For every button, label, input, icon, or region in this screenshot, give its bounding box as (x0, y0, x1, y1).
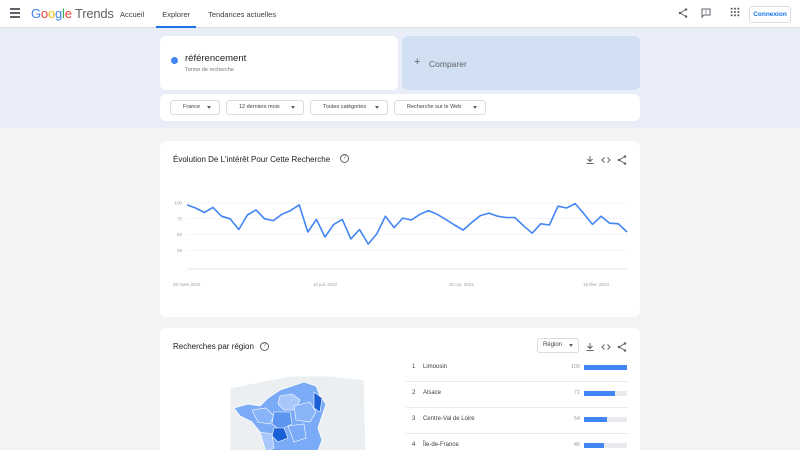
y-tick-label: 100 (174, 201, 182, 206)
nav-tendances-actuelles[interactable]: Tendances actuelles (202, 0, 282, 28)
share-icon[interactable] (616, 340, 628, 352)
region-bar-track (584, 443, 627, 448)
nav-accueil[interactable]: Accueil (114, 0, 150, 28)
y-tick-label: 75 (177, 216, 183, 221)
main-nav: Accueil Explorer Tendances actuelles (114, 0, 288, 28)
region-map[interactable] (230, 376, 366, 450)
search-term-type: Terme de recherche (185, 67, 234, 73)
compare-label: Comparer (429, 59, 467, 69)
x-tick-label: 19 févr. 2023 (583, 282, 610, 287)
region-row[interactable]: 3 Centre-Val de Loire 54 (406, 408, 628, 434)
region-card: Recherches par région ? Région 1 Limousi… (160, 328, 640, 450)
x-tick-label: 10 juil. 2022 (313, 282, 338, 287)
x-tick-label: 20 mars 2022 (173, 282, 201, 287)
region-title: Recherches par région (173, 342, 254, 351)
filter-search-type[interactable]: Recherche sur le Web (394, 100, 486, 115)
chevron-down-icon (473, 106, 477, 109)
region-name: Île-de-France (423, 442, 459, 448)
y-tick-label: 50 (177, 232, 183, 237)
filter-location[interactable]: France (170, 100, 220, 115)
nav-explorer[interactable]: Explorer (156, 0, 197, 28)
menu-icon[interactable] (10, 8, 20, 18)
region-value: 71 (573, 390, 580, 396)
filter-bar: France 12 derniers mois Toutes catégorie… (160, 94, 640, 121)
region-value: 100 (570, 364, 580, 370)
region-row[interactable]: 2 Alsace 71 (406, 382, 628, 408)
share-icon[interactable] (676, 7, 690, 21)
series-color-dot (171, 57, 178, 64)
filter-search-type-label: Recherche sur le Web (407, 104, 462, 110)
region-value: 46 (573, 442, 580, 448)
chevron-down-icon (569, 344, 573, 347)
region-row[interactable]: 1 Limousin 100 (406, 356, 628, 382)
filter-time-range-label: 12 derniers mois (239, 104, 280, 110)
search-term[interactable]: référencement (185, 53, 246, 64)
region-name: Centre-Val de Loire (423, 416, 475, 422)
filter-category-label: Toutes catégories (323, 104, 367, 110)
filter-category[interactable]: Toutes catégories (310, 100, 388, 115)
interest-over-time-card: Évolution De L'intérêt Pour Cette Recher… (160, 141, 640, 317)
help-icon[interactable]: ? (260, 342, 269, 351)
chevron-down-icon (291, 106, 295, 109)
region-select-label: Région (543, 342, 563, 348)
region-bar (584, 365, 627, 370)
region-bar (584, 443, 604, 448)
region-name: Limousin (423, 364, 448, 370)
download-icon[interactable] (584, 340, 596, 352)
signin-button[interactable]: Connexion (749, 6, 791, 23)
interest-line-chart[interactable]: 100 75 50 25 20 mars 2022 10 juil. 2022 30 oct… (160, 141, 640, 317)
chevron-down-icon (207, 106, 211, 109)
region-bar (584, 391, 615, 396)
region-row[interactable]: 4 Île-de-France 46 (406, 434, 628, 450)
top-bar: Google Trends Accueil Explorer Tendances… (0, 0, 800, 28)
series-line (186, 202, 628, 245)
region-bar-track (584, 391, 627, 396)
plus-icon: + (414, 56, 421, 68)
x-tick-label: 30 oct. 2022 (449, 282, 474, 287)
google-trends-logo[interactable]: Google Trends (31, 6, 114, 21)
region-name: Alsace (423, 390, 442, 396)
region-resolution-select[interactable]: Région (537, 338, 579, 353)
embed-icon[interactable] (600, 340, 612, 352)
region-bar-track (584, 365, 627, 370)
region-value: 54 (573, 416, 580, 422)
rank-number: 2 (412, 390, 416, 396)
y-tick-label: 25 (177, 248, 183, 253)
apps-icon[interactable] (728, 7, 742, 21)
region-bar-track (584, 417, 627, 422)
feedback-icon[interactable] (699, 7, 713, 21)
rank-number: 4 (412, 442, 416, 448)
rank-number: 1 (412, 364, 416, 370)
chevron-down-icon (375, 106, 379, 109)
filter-time-range[interactable]: 12 derniers mois (226, 100, 304, 115)
region-bar (584, 417, 608, 422)
filter-location-label: France (183, 104, 201, 110)
rank-number: 3 (412, 416, 416, 422)
search-term-card[interactable]: référencement Terme de recherche (160, 36, 398, 90)
compare-card[interactable]: + Comparer (402, 36, 640, 90)
